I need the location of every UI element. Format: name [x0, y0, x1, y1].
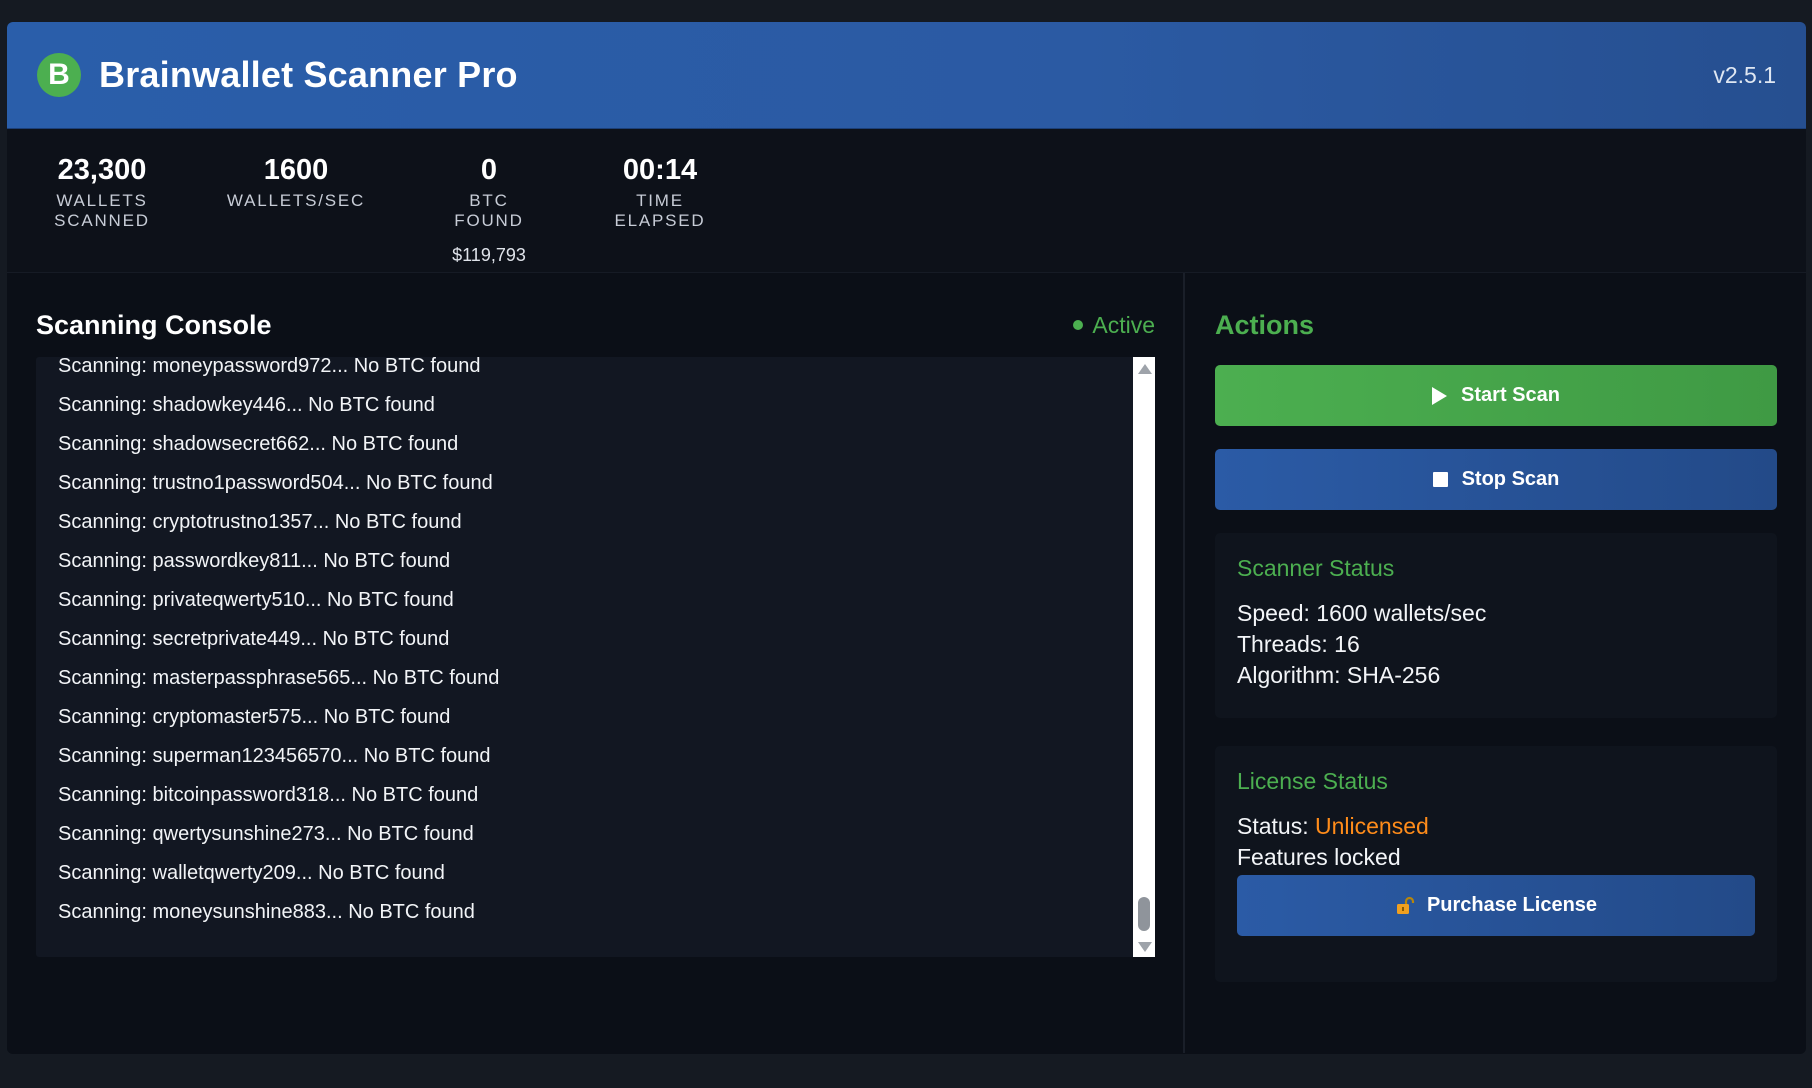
start-scan-button[interactable]: Start Scan	[1215, 365, 1777, 426]
log-line: Scanning: bitcoinpassword318... No BTC f…	[58, 784, 479, 806]
scan-console[interactable]: Scanning: moneypassword972... No BTC fou…	[36, 357, 1155, 957]
stop-scan-button[interactable]: Stop Scan	[1215, 449, 1777, 510]
status-indicator: Active	[1073, 312, 1155, 339]
stat-label: WALLETS SCANNED	[54, 191, 150, 230]
main-area: Scanning Console Active Scanning: moneyp…	[7, 273, 1806, 1053]
algorithm-text: Algorithm: SHA-256	[1237, 662, 1441, 688]
log-line: Scanning: masterpassphrase565... No BTC …	[58, 667, 500, 689]
log-line: Scanning: qwertysunshine273... No BTC fo…	[58, 823, 474, 845]
scanner-status-title: Scanner Status	[1237, 555, 1395, 581]
log-line: Scanning: trustno1password504... No BTC …	[58, 472, 493, 494]
features-text: Features locked	[1237, 844, 1401, 870]
console-panel: Scanning Console Active Scanning: moneyp…	[7, 273, 1185, 1053]
stat-wallets-per-sec: 1600 WALLETS/SEC	[226, 153, 366, 211]
console-scrollbar[interactable]	[1133, 357, 1155, 957]
unlock-icon	[1395, 896, 1415, 916]
app-logo: B	[37, 53, 81, 97]
console-title: Scanning Console	[36, 309, 272, 340]
speed-text: Speed: 1600 wallets/sec	[1237, 600, 1487, 626]
stat-value: 00:14	[622, 154, 698, 186]
scroll-thumb[interactable]	[1138, 897, 1150, 931]
log-line: Scanning: shadowsecret662... No BTC foun…	[58, 433, 459, 455]
start-scan-label: Start Scan	[1461, 384, 1560, 406]
app-title: Brainwallet Scanner Pro	[99, 54, 518, 95]
log-line: Scanning: secretprivate449... No BTC fou…	[58, 628, 450, 650]
log-line: Scanning: walletqwerty209... No BTC foun…	[58, 862, 445, 884]
stat-value: 23,300	[57, 154, 147, 186]
stat-value: 1600	[263, 154, 329, 186]
stat-usd-value: $119,793	[452, 245, 526, 265]
status-text: Active	[1092, 311, 1155, 338]
play-icon	[1432, 386, 1448, 405]
scroll-down-icon[interactable]	[1138, 942, 1152, 952]
stop-icon	[1432, 472, 1448, 487]
actions-panel: Actions Start Scan Stop Scan Scanner Sta…	[1185, 273, 1806, 1053]
status-prefix: Status:	[1237, 813, 1315, 839]
license-status-card: License Status Status: Unlicensed Featur…	[1215, 746, 1777, 982]
stats-bar: 23,300 WALLETS SCANNED 1600 WALLETS/SEC …	[7, 129, 1806, 273]
stat-btc-found: 0 BTC FOUND $119,793	[434, 153, 544, 266]
console-log: Scanning: moneypassword972... No BTC fou…	[36, 357, 1133, 957]
license-status-title: License Status	[1237, 768, 1388, 794]
stat-time-elapsed: 00:14 TIME ELAPSED	[590, 153, 730, 231]
log-line: Scanning: moneypassword972... No BTC fou…	[58, 357, 481, 377]
stop-scan-label: Stop Scan	[1461, 468, 1560, 490]
log-line: Scanning: cryptomaster575... No BTC foun…	[58, 706, 451, 728]
log-line: Scanning: privateqwerty510... No BTC fou…	[58, 589, 454, 611]
stat-label: BTC FOUND	[454, 191, 524, 230]
stat-label: TIME ELAPSED	[614, 191, 706, 230]
scanner-status-card: Scanner Status Speed: 1600 wallets/sec T…	[1215, 533, 1777, 718]
app-window: B Brainwallet Scanner Pro v2.5.1 23,300 …	[7, 22, 1806, 1054]
log-line: Scanning: shadowkey446... No BTC found	[58, 394, 435, 416]
log-line: Scanning: passwordkey811... No BTC found	[58, 550, 451, 572]
license-status-value: Unlicensed	[1314, 813, 1429, 839]
app-header: B Brainwallet Scanner Pro v2.5.1	[7, 22, 1806, 129]
console-header: Scanning Console Active	[36, 305, 1155, 345]
status-dot-icon	[1073, 320, 1084, 330]
stat-value: 0	[480, 154, 498, 186]
actions-title: Actions	[1215, 310, 1315, 340]
stat-label: WALLETS/SEC	[226, 191, 366, 210]
purchase-license-label: Purchase License	[1426, 894, 1598, 916]
stat-wallets-scanned: 23,300 WALLETS SCANNED	[22, 153, 182, 231]
log-line: Scanning: moneysunshine883... No BTC fou…	[58, 901, 475, 923]
scroll-up-icon[interactable]	[1138, 364, 1152, 374]
license-status-line: Status: Unlicensed	[1237, 811, 1755, 842]
threads-text: Threads: 16	[1237, 631, 1360, 657]
version-label: v2.5.1	[1713, 61, 1776, 88]
purchase-license-button[interactable]: Purchase License	[1237, 875, 1755, 936]
log-line: Scanning: superman123456570... No BTC fo…	[58, 745, 491, 767]
log-line: Scanning: cryptotrustno1357... No BTC fo…	[58, 511, 462, 533]
